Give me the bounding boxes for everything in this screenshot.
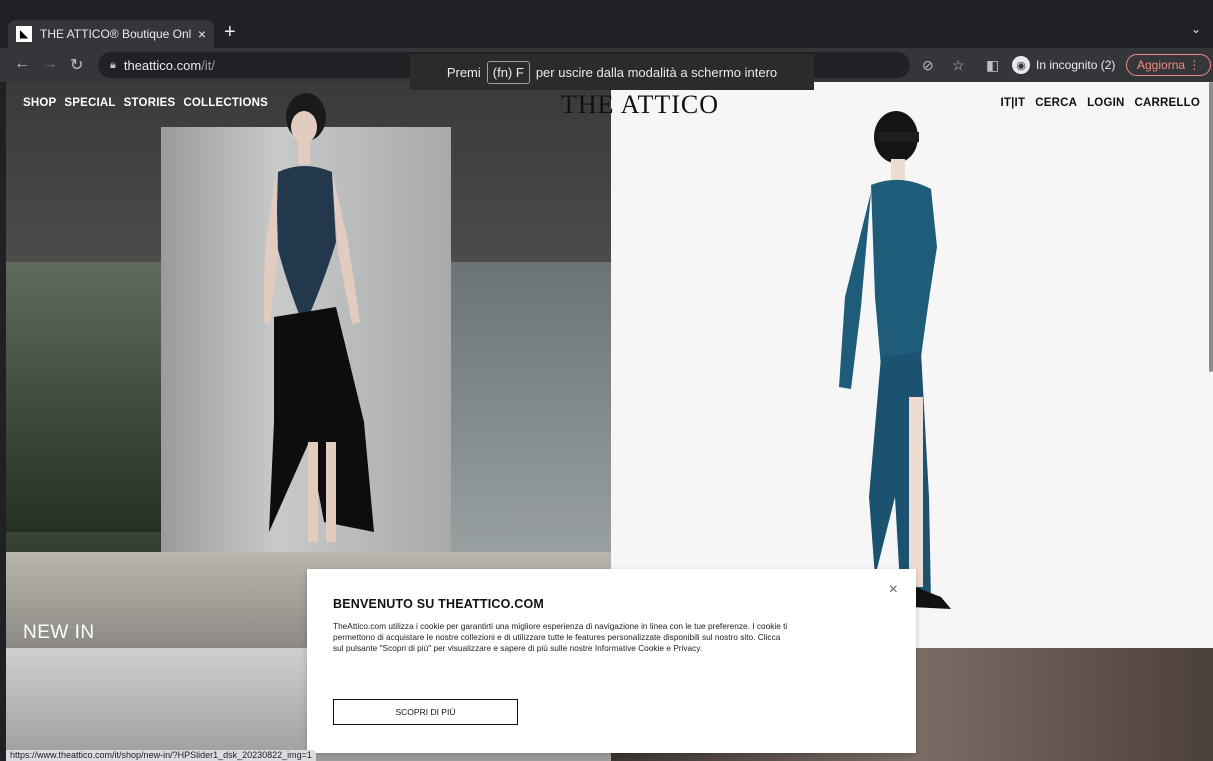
back-icon[interactable]: ←: [14, 55, 30, 73]
status-url: https://www.theattico.com/it/shop/new-in…: [6, 750, 316, 761]
nav-stories[interactable]: STORIES: [124, 97, 176, 109]
bookmark-star-icon[interactable]: ☆: [952, 48, 965, 82]
hero-image-right[interactable]: [611, 82, 1213, 648]
tab-close-icon[interactable]: ×: [198, 26, 206, 42]
tab-title: THE ATTICO® Boutique Online: [40, 27, 192, 41]
incognito-indicator[interactable]: ◉ In incognito (2): [1012, 48, 1115, 82]
eye-off-icon[interactable]: ⊘: [922, 48, 934, 82]
hero-bg-window-left: [6, 262, 161, 532]
nav-login[interactable]: LOGIN: [1087, 97, 1124, 109]
update-button[interactable]: Aggiorna ⋮: [1126, 48, 1212, 82]
browser-tab[interactable]: ◣ THE ATTICO® Boutique Online ×: [8, 20, 214, 48]
new-tab-button[interactable]: +: [224, 22, 236, 42]
learn-more-button[interactable]: SCOPRI DI PIÙ: [333, 699, 518, 725]
close-icon[interactable]: ×: [889, 581, 898, 599]
nav-collections[interactable]: COLLECTIONS: [183, 97, 268, 109]
tab-search-button[interactable]: ⌄: [1191, 22, 1201, 36]
url-host: theattico.com: [123, 57, 202, 73]
model-figure-left: [264, 93, 374, 542]
fullscreen-hint: Premi (fn) F per uscire dalla modalità a…: [410, 54, 814, 90]
hero-image-left[interactable]: [6, 82, 611, 648]
cookie-modal: × BENVENUTO SU THEATTICO.COM TheAttico.c…: [307, 569, 916, 753]
update-label: Aggiorna: [1137, 58, 1186, 72]
reload-icon[interactable]: ↻: [70, 55, 83, 75]
model-figure-right: [839, 111, 951, 609]
nav-search[interactable]: CERCA: [1035, 97, 1077, 109]
site-logo[interactable]: THE ATTICO: [561, 90, 719, 120]
cookie-modal-body: TheAttico.com utilizza i cookie per gara…: [333, 621, 788, 654]
fullscreen-hint-post: per uscire dalla modalità a schermo inte…: [535, 64, 778, 80]
hero-bg-window-right: [451, 262, 611, 562]
url-path: /it/: [201, 57, 215, 73]
cookie-modal-title: BENVENUTO SU THEATTICO.COM: [333, 597, 544, 611]
main-nav-left: SHOP SPECIAL STORIES COLLECTIONS: [23, 97, 268, 109]
nav-cart[interactable]: CARRELLO: [1135, 97, 1201, 109]
fullscreen-hint-key: (fn) F: [486, 60, 530, 84]
fullscreen-hint-pre: Premi: [446, 64, 481, 80]
web-page: SHOP SPECIAL STORIES COLLECTIONS THE ATT…: [6, 82, 1213, 761]
nav-special[interactable]: SPECIAL: [64, 97, 115, 109]
main-nav-right: IT|IT CERCA LOGIN CARRELLO: [1001, 97, 1200, 109]
incognito-icon: ◉: [1012, 56, 1030, 74]
lock-icon[interactable]: 🔒︎: [110, 59, 116, 72]
site-favicon-icon: ◣: [16, 26, 32, 42]
forward-icon[interactable]: →: [42, 55, 58, 73]
nav-shop[interactable]: SHOP: [23, 97, 56, 109]
nav-language[interactable]: IT|IT: [1001, 97, 1026, 109]
incognito-label: In incognito (2): [1036, 58, 1116, 72]
page-scrollbar[interactable]: [1209, 82, 1213, 372]
side-panel-icon[interactable]: ◧: [986, 48, 999, 82]
hero-caption-new-in[interactable]: NEW IN: [23, 622, 95, 644]
browser-tabstrip: ◣ THE ATTICO® Boutique Online × + ⌄: [0, 0, 1213, 48]
